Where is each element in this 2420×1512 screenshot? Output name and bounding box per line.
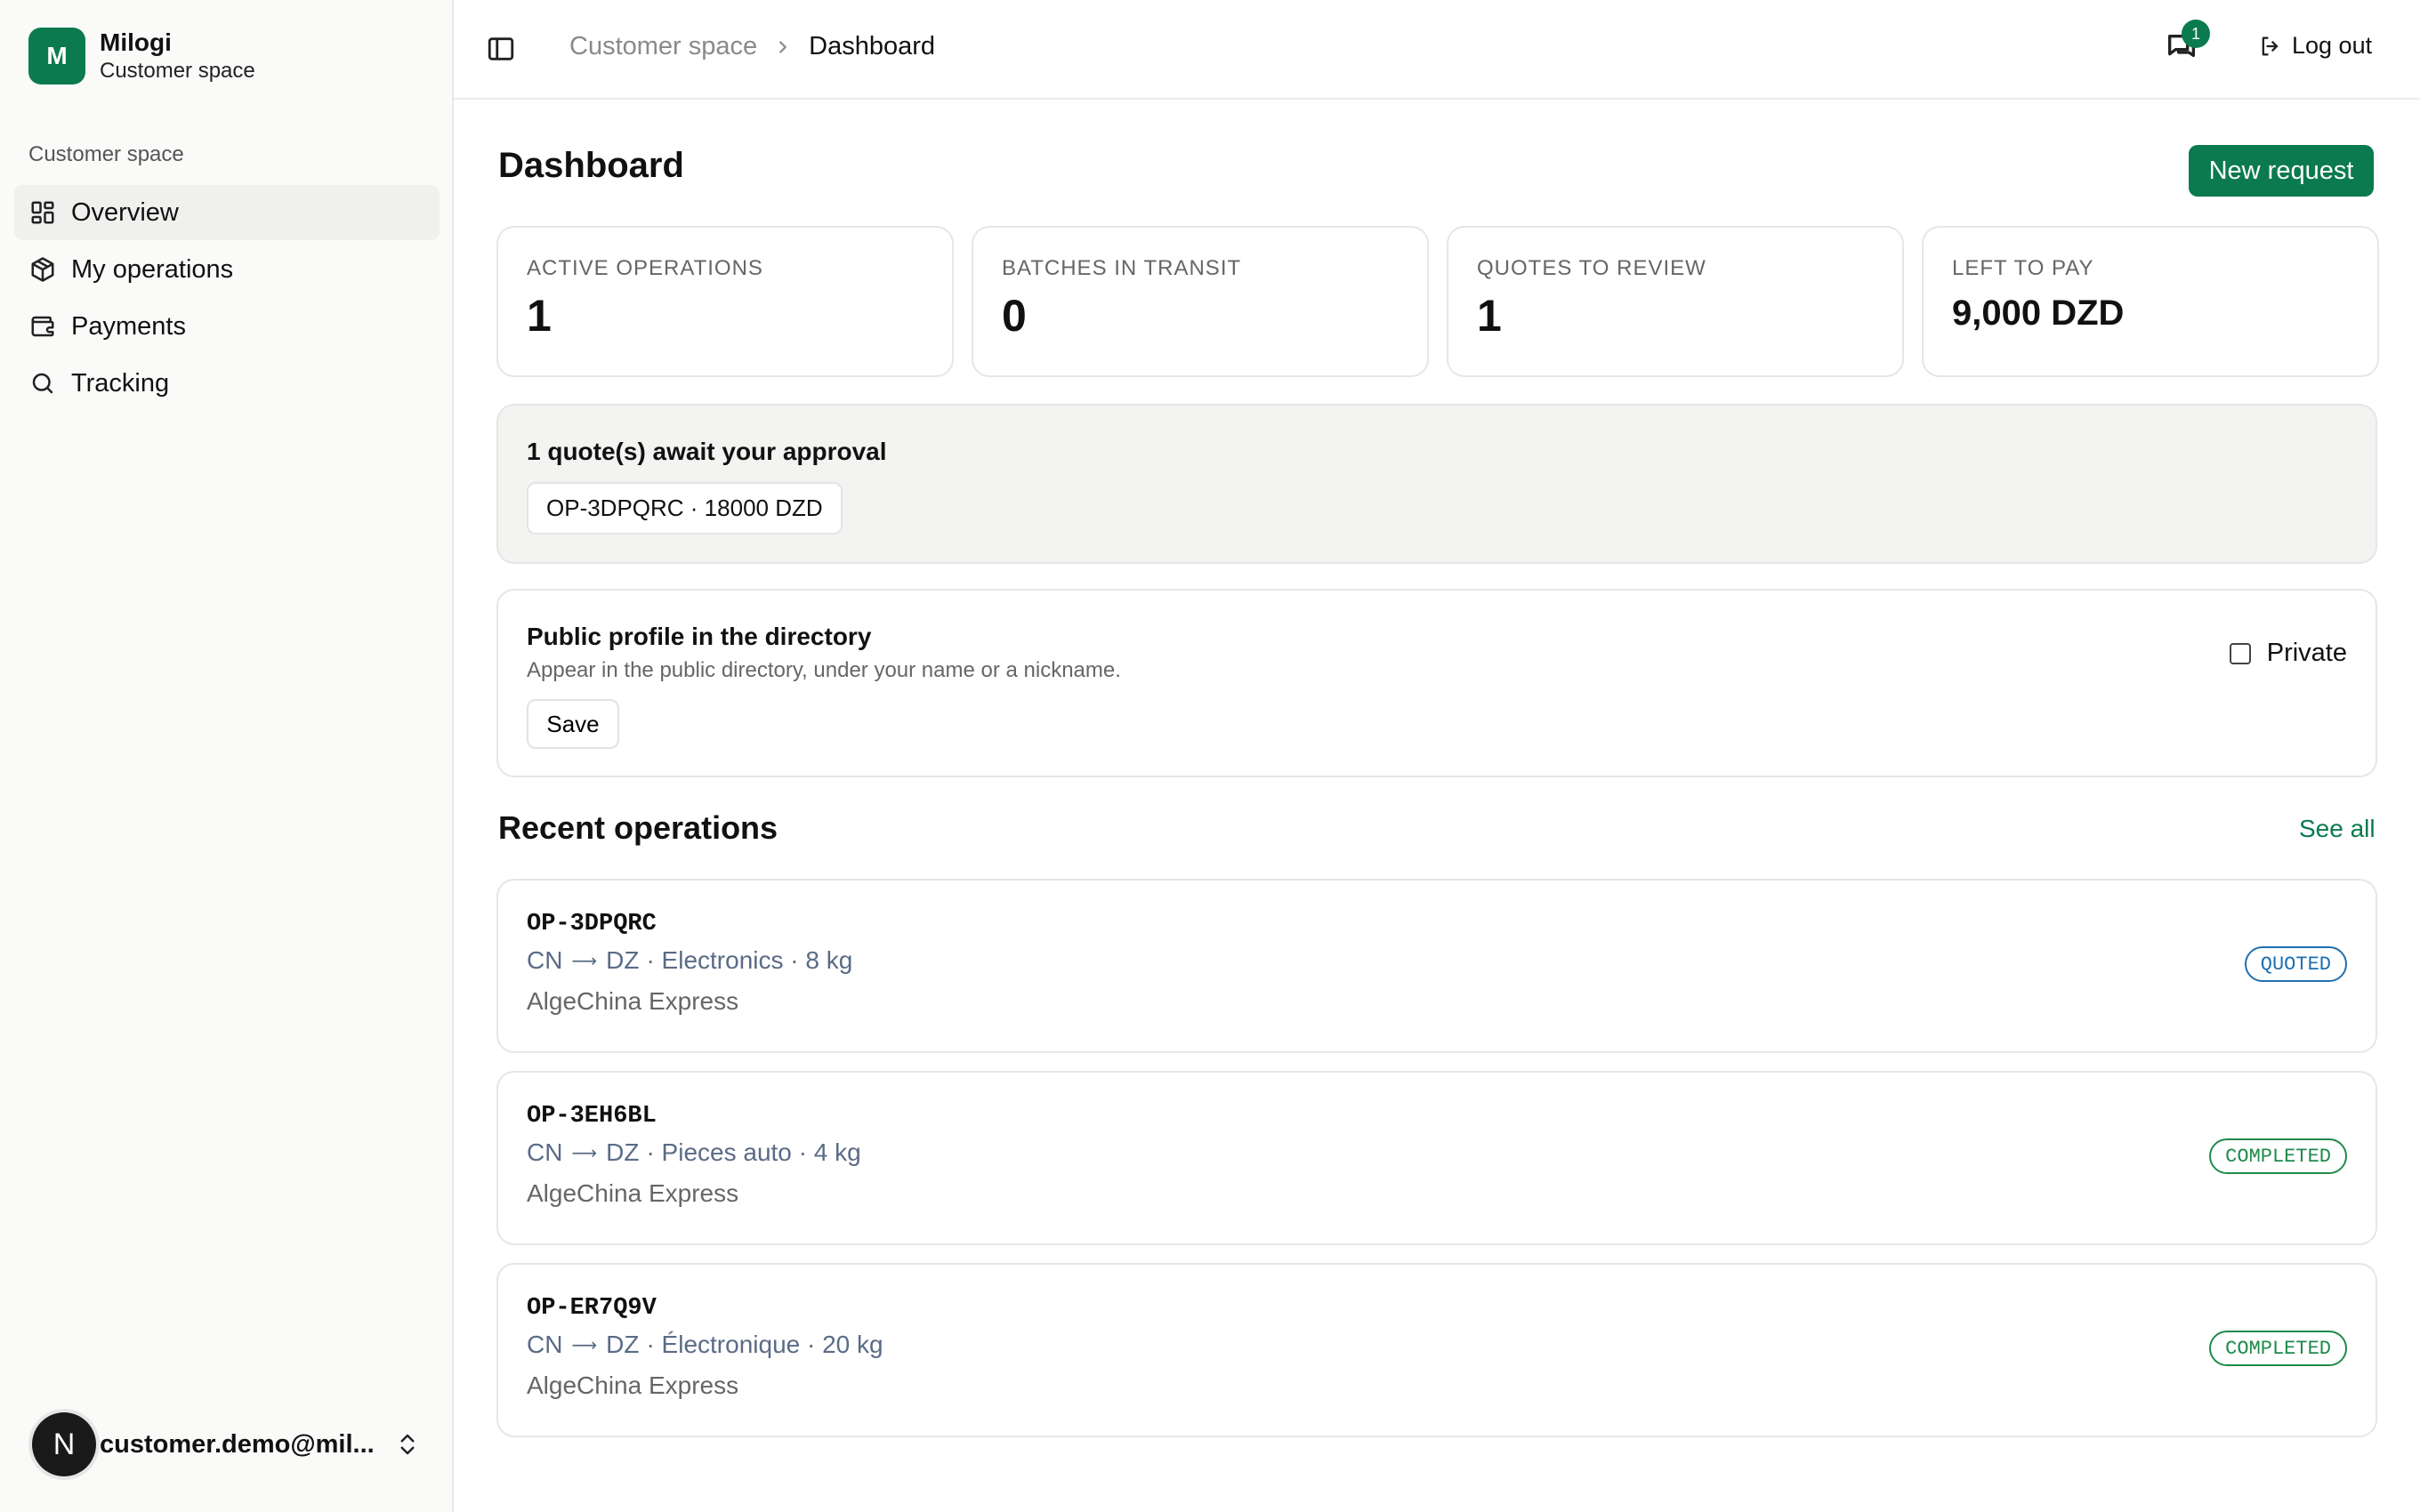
sidebar-toggle-icon[interactable]	[486, 34, 516, 64]
user-menu[interactable]: N customer.demo@mil...	[32, 1412, 424, 1476]
private-label: Private	[2266, 639, 2347, 667]
logout-label: Log out	[2292, 32, 2373, 59]
stat-value: 9,000 DZD	[1952, 294, 2125, 333]
status-badge: COMPLETED	[2209, 1138, 2347, 1174]
operation-details: · Electronics · 8 kg	[646, 946, 853, 974]
brand-logo: M	[28, 27, 85, 84]
stat-label: BATCHES IN TRANSIT	[1002, 256, 1242, 280]
chevron-right-icon	[773, 37, 793, 57]
sidebar-item-label: Payments	[71, 311, 186, 341]
top-header: Customer space Dashboard 1 Log out	[454, 0, 2420, 100]
nav-group-label: Customer space	[28, 142, 184, 166]
operation-id: OP-3DPQRC	[527, 911, 657, 937]
route-to: DZ	[606, 1331, 640, 1358]
sidebar-item-label: My operations	[71, 254, 234, 284]
sidebar-item-overview[interactable]: Overview	[14, 185, 440, 240]
route-from: CN	[527, 1331, 563, 1358]
chevron-up-down-icon	[391, 1428, 424, 1460]
stat-card-batches-in-transit: BATCHES IN TRANSIT 0	[972, 226, 1429, 377]
page-title: Dashboard	[498, 146, 684, 185]
operation-card[interactable]: OP-ER7Q9V CN ⟶ DZ · Électronique · 20 kg…	[496, 1263, 2377, 1437]
operation-details: · Pieces auto · 4 kg	[646, 1138, 861, 1166]
profile-title: Public profile in the directory	[527, 623, 872, 650]
sidebar-item-payments[interactable]: Payments	[14, 299, 440, 354]
stat-card-quotes-to-review: QUOTES TO REVIEW 1	[1447, 226, 1904, 377]
operation-id: OP-3EH6BL	[527, 1103, 657, 1130]
recent-operations-title: Recent operations	[498, 809, 778, 846]
status-badge: QUOTED	[2244, 946, 2347, 982]
brand[interactable]: M Milogi Customer space	[28, 27, 255, 84]
stat-value: 1	[527, 291, 552, 341]
private-checkbox[interactable]	[2229, 642, 2251, 664]
stat-value: 1	[1477, 291, 1502, 341]
see-all-link[interactable]: See all	[2299, 815, 2376, 843]
quotes-title: 1 quote(s) await your approval	[527, 438, 887, 465]
operation-details: · Électronique · 20 kg	[646, 1331, 883, 1358]
route-from: CN	[527, 1138, 563, 1166]
brand-subtitle: Customer space	[100, 59, 255, 83]
operation-route: CN ⟶ DZ · Électronique · 20 kg	[527, 1331, 2347, 1359]
logout-icon	[2262, 36, 2279, 55]
operation-carrier: AlgeChina Express	[527, 987, 739, 1015]
brand-name: Milogi	[100, 28, 172, 56]
operation-carrier: AlgeChina Express	[527, 1179, 739, 1207]
stats-row: ACTIVE OPERATIONS 1 BATCHES IN TRANSIT 0…	[496, 226, 2379, 377]
arrow-right-icon: ⟶	[571, 1143, 598, 1163]
sidebar-item-label: Tracking	[71, 368, 170, 398]
sidebar: M Milogi Customer space Customer space O…	[0, 0, 454, 1512]
breadcrumb: Customer space Dashboard	[569, 32, 935, 61]
quotes-approval-panel: 1 quote(s) await your approval OP-3DPQRC…	[496, 404, 2377, 564]
arrow-right-icon: ⟶	[571, 1335, 598, 1355]
sidebar-item-my-operations[interactable]: My operations	[14, 242, 440, 297]
search-icon	[28, 369, 57, 398]
breadcrumb-item-customer-space[interactable]: Customer space	[569, 32, 757, 61]
route-to: DZ	[606, 1138, 640, 1166]
arrow-right-icon: ⟶	[571, 951, 598, 971]
public-profile-panel: Public profile in the directory Appear i…	[496, 589, 2377, 777]
notification-badge: 1	[2182, 20, 2210, 48]
profile-description: Appear in the public directory, under yo…	[527, 658, 1121, 682]
stat-label: QUOTES TO REVIEW	[1477, 256, 1706, 280]
quote-chip[interactable]: OP-3DPQRC · 18000 DZD	[527, 482, 843, 535]
user-email: customer.demo@mil...	[100, 1429, 375, 1459]
private-toggle[interactable]: Private	[2229, 639, 2347, 668]
new-request-button[interactable]: New request	[2189, 145, 2374, 197]
operation-card[interactable]: OP-3EH6BL CN ⟶ DZ · Pieces auto · 4 kg A…	[496, 1071, 2377, 1245]
avatar: N	[32, 1412, 96, 1476]
sidebar-nav: Overview My operations Payments Tracking	[14, 185, 440, 413]
stat-label: LEFT TO PAY	[1952, 256, 2094, 280]
breadcrumb-current: Dashboard	[809, 32, 936, 60]
stat-card-active-operations: ACTIVE OPERATIONS 1	[496, 226, 954, 377]
grid-icon	[28, 198, 57, 227]
package-icon	[28, 255, 57, 284]
stat-card-left-to-pay: LEFT TO PAY 9,000 DZD	[1922, 226, 2379, 377]
operation-carrier: AlgeChina Express	[527, 1371, 739, 1399]
operation-card[interactable]: OP-3DPQRC CN ⟶ DZ · Electronics · 8 kg A…	[496, 879, 2377, 1053]
operation-route: CN ⟶ DZ · Electronics · 8 kg	[527, 946, 2347, 975]
operation-route: CN ⟶ DZ · Pieces auto · 4 kg	[527, 1138, 2347, 1167]
sidebar-item-label: Overview	[71, 197, 179, 227]
stat-value: 0	[1002, 291, 1027, 341]
route-to: DZ	[606, 946, 640, 974]
operation-id: OP-ER7Q9V	[527, 1295, 657, 1322]
wallet-icon	[28, 312, 57, 341]
stat-label: ACTIVE OPERATIONS	[527, 256, 763, 280]
save-button[interactable]: Save	[527, 699, 619, 749]
sidebar-item-tracking[interactable]: Tracking	[14, 356, 440, 411]
status-badge: COMPLETED	[2209, 1331, 2347, 1366]
route-from: CN	[527, 946, 563, 974]
logout-button[interactable]: Log out	[2258, 32, 2372, 60]
